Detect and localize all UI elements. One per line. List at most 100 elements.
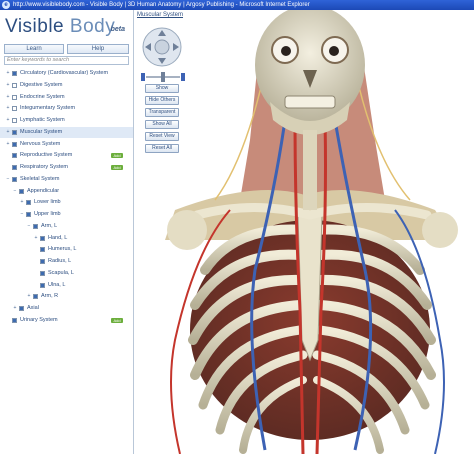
add-button[interactable]: Add bbox=[111, 317, 123, 323]
anatomy-3d-model[interactable] bbox=[135, 10, 474, 454]
zoom-slider-icon[interactable] bbox=[141, 72, 185, 82]
viewer-button-show[interactable]: Show bbox=[145, 84, 179, 93]
expand-icon[interactable]: + bbox=[12, 303, 18, 314]
checkbox-icon[interactable] bbox=[12, 317, 17, 323]
checkbox-icon[interactable] bbox=[12, 153, 17, 159]
visible-body-logo: Visible Body beta bbox=[3, 14, 131, 42]
checkbox-icon[interactable] bbox=[19, 188, 24, 194]
expand-icon[interactable]: + bbox=[5, 127, 11, 138]
tree-item[interactable]: Urinary System Add bbox=[0, 315, 133, 326]
checkbox-icon[interactable] bbox=[40, 270, 45, 276]
tree-item-label: Respiratory System bbox=[20, 164, 68, 170]
checkbox-icon[interactable] bbox=[12, 141, 17, 147]
nav-pad-icon[interactable] bbox=[141, 26, 183, 68]
tree-item-label: Skeletal System bbox=[20, 175, 60, 182]
tree-item[interactable]: + Endocrine System bbox=[0, 92, 133, 103]
viewer-button-reset-view[interactable]: Reset View bbox=[145, 132, 179, 141]
expand-icon[interactable]: + bbox=[19, 197, 25, 208]
tree-item-label: Humerus, L bbox=[48, 246, 77, 253]
tree-item-label: Lymphatic System bbox=[20, 117, 65, 123]
anatomy-viewer[interactable]: Muscular System Show Hide Others Transpare… bbox=[135, 10, 474, 454]
tree-item[interactable]: + Integumentary System bbox=[0, 103, 133, 114]
tree-item-label: Hand, L bbox=[48, 234, 68, 241]
viewer-button-hide-others[interactable]: Hide Others bbox=[145, 96, 179, 105]
checkbox-icon[interactable] bbox=[33, 294, 38, 300]
checkbox-icon[interactable] bbox=[12, 176, 17, 182]
viewer-button-show-all[interactable]: Show All bbox=[145, 120, 179, 129]
checkbox-icon[interactable] bbox=[12, 165, 17, 170]
expand-icon[interactable]: + bbox=[5, 115, 11, 126]
checkbox-icon[interactable] bbox=[26, 200, 31, 206]
tree-item[interactable]: + Circulatory (Cardiovascular) System bbox=[0, 68, 133, 79]
tree-item[interactable]: + Hand, L bbox=[0, 233, 133, 244]
tree-item-label: Axial bbox=[27, 305, 39, 311]
checkbox-icon[interactable] bbox=[40, 247, 45, 253]
checkbox-icon[interactable] bbox=[40, 259, 45, 264]
cervical-spine bbox=[303, 130, 317, 210]
tree-item[interactable]: Ulna, L bbox=[0, 280, 133, 291]
tree-item-label: Digestive System bbox=[20, 81, 63, 88]
tree-item-label: Reproductive System bbox=[20, 152, 73, 159]
tree-item-label: Arm, L bbox=[41, 222, 58, 229]
tree-item-label: Endocrine System bbox=[20, 93, 65, 100]
tree-item[interactable]: − Upper limb bbox=[0, 209, 133, 220]
viewer-title[interactable]: Muscular System bbox=[137, 12, 183, 18]
checkbox-icon[interactable] bbox=[12, 118, 17, 123]
help-button[interactable]: Help bbox=[67, 44, 129, 54]
expand-icon[interactable]: + bbox=[5, 68, 11, 79]
checkbox-icon[interactable] bbox=[40, 235, 45, 241]
checkbox-icon[interactable] bbox=[19, 306, 24, 311]
tree-item[interactable]: + Nervous System bbox=[0, 139, 133, 150]
pupil-left bbox=[281, 46, 291, 56]
tree-item-label: Nervous System bbox=[20, 140, 61, 147]
checkbox-icon[interactable] bbox=[12, 106, 17, 112]
checkbox-icon[interactable] bbox=[26, 212, 31, 217]
tree-item[interactable]: Respiratory System Add bbox=[0, 162, 133, 173]
tree-item-label: Lower limb bbox=[34, 199, 61, 206]
expand-icon[interactable]: + bbox=[5, 92, 11, 103]
browser-window: e http://www.visiblebody.com - Visible Bo… bbox=[0, 0, 474, 454]
add-button[interactable]: Add bbox=[111, 153, 123, 159]
tree-item-label: Arm, R bbox=[41, 293, 59, 300]
expand-icon[interactable]: + bbox=[5, 103, 11, 114]
expand-icon[interactable]: + bbox=[33, 233, 39, 244]
search-input[interactable]: Enter keywords to search bbox=[4, 56, 129, 65]
tree-item[interactable]: − Skeletal System bbox=[0, 174, 133, 185]
expand-icon[interactable]: − bbox=[12, 186, 18, 197]
tree-item[interactable]: Radius, L bbox=[0, 256, 133, 267]
tree-item[interactable]: + Digestive System bbox=[0, 80, 133, 91]
tree-item[interactable]: + Lower limb bbox=[0, 197, 133, 208]
expand-icon[interactable]: + bbox=[5, 80, 11, 91]
tree-item[interactable]: Scapula, L bbox=[0, 268, 133, 279]
expand-icon[interactable]: − bbox=[26, 221, 32, 232]
tree-item[interactable]: Humerus, L bbox=[0, 244, 133, 255]
checkbox-icon[interactable] bbox=[12, 82, 17, 88]
window-title: http://www.visiblebody.com - Visible Bod… bbox=[13, 2, 310, 8]
tree-item[interactable]: + Muscular System bbox=[0, 126, 133, 138]
viewer-button-transparent[interactable]: Transparent bbox=[145, 108, 179, 117]
tree-item[interactable]: + Axial bbox=[0, 303, 133, 314]
expand-icon[interactable]: + bbox=[26, 291, 32, 302]
add-button[interactable]: Add bbox=[111, 165, 123, 170]
tree-item-label: Appendicular bbox=[27, 187, 60, 194]
tree-item-label: Muscular System bbox=[20, 128, 63, 135]
tree-item[interactable]: + Arm, R bbox=[0, 291, 133, 302]
checkbox-icon[interactable] bbox=[12, 71, 17, 76]
checkbox-icon[interactable] bbox=[12, 129, 17, 135]
expand-icon[interactable]: − bbox=[5, 174, 11, 185]
expand-icon[interactable]: − bbox=[19, 209, 25, 220]
tree-item[interactable]: − Appendicular bbox=[0, 186, 133, 197]
viewer-button-reset-all[interactable]: Reset All bbox=[145, 144, 179, 153]
learn-button[interactable]: Learn bbox=[4, 44, 64, 54]
logo-word-body: Body bbox=[69, 16, 116, 37]
checkbox-icon[interactable] bbox=[40, 282, 45, 288]
tree-item[interactable]: − Arm, L bbox=[0, 221, 133, 232]
tree-item[interactable]: + Lymphatic System bbox=[0, 115, 133, 126]
sidebar: Visible Body beta Learn Help Enter keywo… bbox=[0, 10, 134, 454]
expand-icon[interactable]: + bbox=[5, 139, 11, 150]
checkbox-icon[interactable] bbox=[12, 94, 17, 100]
checkbox-icon[interactable] bbox=[33, 223, 38, 229]
tree-item-label: Scapula, L bbox=[48, 269, 74, 276]
tree-item[interactable]: Reproductive System Add bbox=[0, 150, 133, 161]
tree-item-label: Upper limb bbox=[34, 211, 61, 217]
